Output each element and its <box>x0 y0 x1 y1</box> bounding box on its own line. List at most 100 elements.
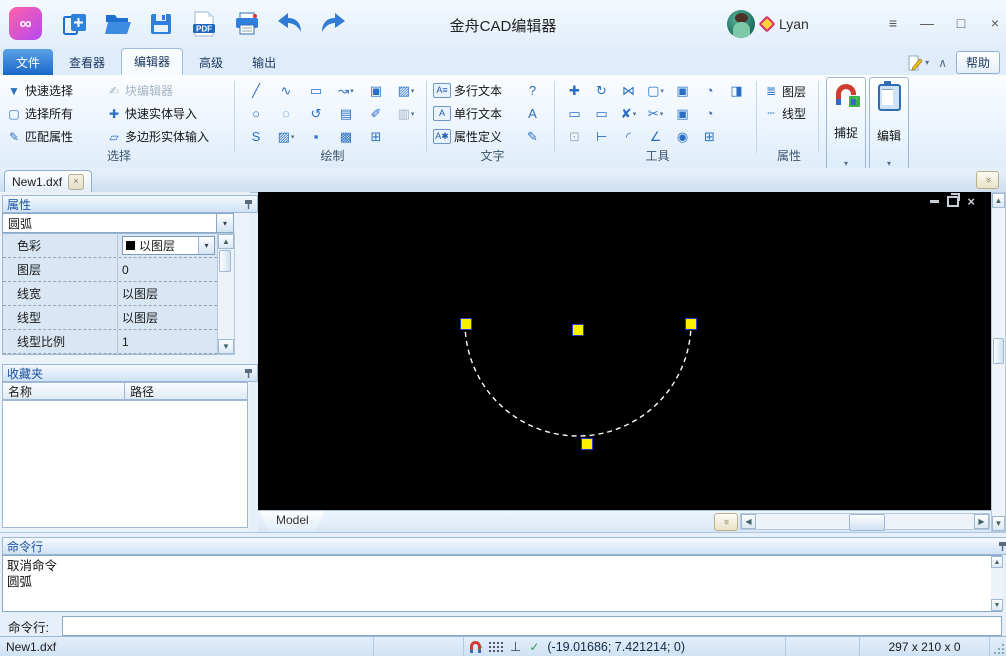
polyline-icon[interactable]: ↝ ▾ <box>331 79 361 102</box>
circle-icon[interactable]: ○ <box>241 102 271 125</box>
boundary-hatch-icon[interactable]: ▨ ▾ <box>391 79 421 102</box>
favorites-column-header[interactable]: 路径 <box>125 382 248 400</box>
snap-button[interactable]: ✓ 捕捉 ▾ <box>826 77 866 171</box>
scrollbar-thumb[interactable] <box>849 514 885 531</box>
rectangle-icon[interactable]: ▭ <box>301 79 331 102</box>
document-tab[interactable]: New1.dxf × <box>4 170 93 192</box>
offset-icon[interactable]: ▢ ▾ <box>642 79 669 102</box>
fillet-icon[interactable]: ◜ <box>615 125 642 148</box>
update-icon[interactable]: ◔ <box>696 102 723 125</box>
canvas-restore-icon[interactable] <box>947 193 961 207</box>
document-tab-close-icon[interactable]: × <box>68 173 85 190</box>
edit-text-icon[interactable]: ✎ <box>527 129 538 145</box>
menu-tab-output[interactable]: 输出 <box>239 49 289 75</box>
scroll-right-icon[interactable]: ▶ <box>974 514 989 529</box>
favorites-list[interactable] <box>2 400 248 528</box>
block-editor-button[interactable]: ✍ 块编辑器 <box>106 82 232 99</box>
maximize-button[interactable]: □ <box>948 10 974 36</box>
image-icon[interactable]: ▩ <box>331 125 361 148</box>
group-icon[interactable]: ◉ <box>669 125 696 148</box>
spacer[interactable] <box>391 125 421 148</box>
dropdown-arrow-icon[interactable]: ▾ <box>216 214 233 232</box>
color-dropdown[interactable]: 以图层 ▾ <box>122 236 215 255</box>
command-history-scrollbar[interactable]: ▲ ▼ <box>991 556 1003 611</box>
block-attribute-icon[interactable]: ▤ <box>331 102 361 125</box>
select-all-button[interactable]: ▢ 选择所有 <box>6 105 106 122</box>
pin-icon[interactable] <box>244 368 253 379</box>
model-tab[interactable]: Model <box>260 511 325 533</box>
canvas-close-icon[interactable]: × <box>967 195 975 208</box>
scrollbar-thumb[interactable] <box>219 250 231 272</box>
scroll-up-icon[interactable]: ▲ <box>218 234 234 249</box>
scroll-down-icon[interactable]: ▼ <box>991 599 1003 611</box>
grid-toggle-icon[interactable] <box>489 641 502 652</box>
region-tool-icon[interactable]: ▭ <box>588 102 615 125</box>
pin-icon[interactable] <box>998 541 1006 552</box>
property-grid-scrollbar[interactable]: ▲ ▼ <box>217 233 235 355</box>
command-history[interactable]: 取消命令 圆弧 <box>2 555 1002 612</box>
hatch-icon[interactable]: ▨ ▾ <box>271 125 301 148</box>
scroll-up-icon[interactable]: ▲ <box>991 556 1003 568</box>
freehand-sketch-icon[interactable]: ∿ <box>271 79 301 102</box>
grip-midpoint-bottom[interactable] <box>581 438 593 450</box>
canvas-minimize-icon[interactable] <box>930 200 940 203</box>
paste-icon[interactable]: ▣ <box>669 102 696 125</box>
mirror-icon[interactable]: ⋈ <box>615 79 642 102</box>
line-icon[interactable]: ╱ <box>241 79 271 102</box>
resize-grip[interactable] <box>1002 652 1004 654</box>
scroll-left-icon[interactable]: ◀ <box>741 514 756 529</box>
quick-entity-import-button[interactable]: ✚ 快速实体导入 <box>106 105 232 122</box>
draw-order-icon[interactable]: ◨ <box>723 79 750 102</box>
docbar-expand-icon[interactable]: » <box>976 171 999 189</box>
lineweight-pen-icon[interactable]: ✐ <box>361 102 391 125</box>
osnap-toggle-icon[interactable]: ✓ <box>529 640 539 654</box>
linetype-button[interactable]: ┄ 线型 <box>763 105 815 122</box>
trim-icon[interactable]: ✂ ▾ <box>642 102 669 125</box>
scroll-down-icon[interactable]: ▼ <box>218 339 234 354</box>
copy-basepoint-icon[interactable]: ◔ <box>696 79 723 102</box>
menu-tab-file[interactable]: 文件 <box>3 49 54 75</box>
chamfer-icon[interactable]: ∠ <box>642 125 669 148</box>
table-icon[interactable]: ⊞ <box>361 125 391 148</box>
ortho-toggle-icon[interactable]: ⊥ <box>510 639 521 655</box>
entity-selector[interactable]: 圆弧 ▾ <box>2 213 234 233</box>
polygon-entity-input-button[interactable]: ▱ 多边形实体输入 <box>106 128 232 145</box>
copy-icon[interactable]: ▣ <box>669 79 696 102</box>
spacer[interactable] <box>723 125 750 148</box>
app-menu-button[interactable]: ≡ <box>880 10 906 36</box>
user-avatar[interactable] <box>727 10 755 38</box>
command-input[interactable] <box>62 616 1002 636</box>
arc-icon[interactable]: ↺ <box>301 102 331 125</box>
find-text-icon[interactable]: ? <box>527 83 538 98</box>
menu-tab-viewer[interactable]: 查看器 <box>56 49 118 75</box>
layers-button[interactable]: ≣ 图层 <box>763 83 815 100</box>
insert-block-icon[interactable]: ▣ <box>361 79 391 102</box>
scale-icon[interactable]: ⊡ <box>561 125 588 148</box>
menu-tab-editor[interactable]: 编辑器 <box>121 48 184 75</box>
grip-endpoint-right[interactable] <box>685 318 697 330</box>
favorites-column-header[interactable]: 名称 <box>2 382 125 400</box>
snap-toggle-icon[interactable]: ✓ <box>470 640 484 654</box>
pin-icon[interactable] <box>244 199 253 210</box>
match-properties-button[interactable]: ✎ 匹配属性 <box>6 128 106 145</box>
canvas-vertical-scrollbar[interactable]: ▲ ▼ <box>991 192 1006 532</box>
quick-select-button[interactable]: ▼ 快速选择 <box>6 82 106 99</box>
scrollbar-thumb[interactable] <box>993 338 1004 364</box>
menu-tab-advanced[interactable]: 高级 <box>186 49 236 75</box>
collapse-ribbon-icon[interactable]: ∧ <box>938 56 947 70</box>
edit-button[interactable]: 编辑 ▾ <box>869 77 909 171</box>
close-button[interactable]: × <box>982 10 1006 36</box>
stretch-icon[interactable]: ⊢ <box>588 125 615 148</box>
scroll-up-icon[interactable]: ▲ <box>992 193 1005 208</box>
annotate-tool-icon[interactable]: ▾ <box>907 55 929 71</box>
minimize-button[interactable]: — <box>914 10 940 36</box>
layout-expand-icon[interactable]: » <box>714 513 738 531</box>
help-button[interactable]: 帮助 <box>955 51 1000 74</box>
user-account[interactable]: Lyan <box>727 8 809 40</box>
grip-endpoint-left[interactable] <box>460 318 472 330</box>
rotate-icon[interactable]: ↻ <box>588 79 615 102</box>
scroll-down-icon[interactable]: ▼ <box>992 516 1005 531</box>
erase-icon[interactable]: ✘ ▾ <box>615 102 642 125</box>
explode-icon[interactable]: ⊞ <box>696 125 723 148</box>
boundary-icon[interactable]: ▭ <box>561 102 588 125</box>
